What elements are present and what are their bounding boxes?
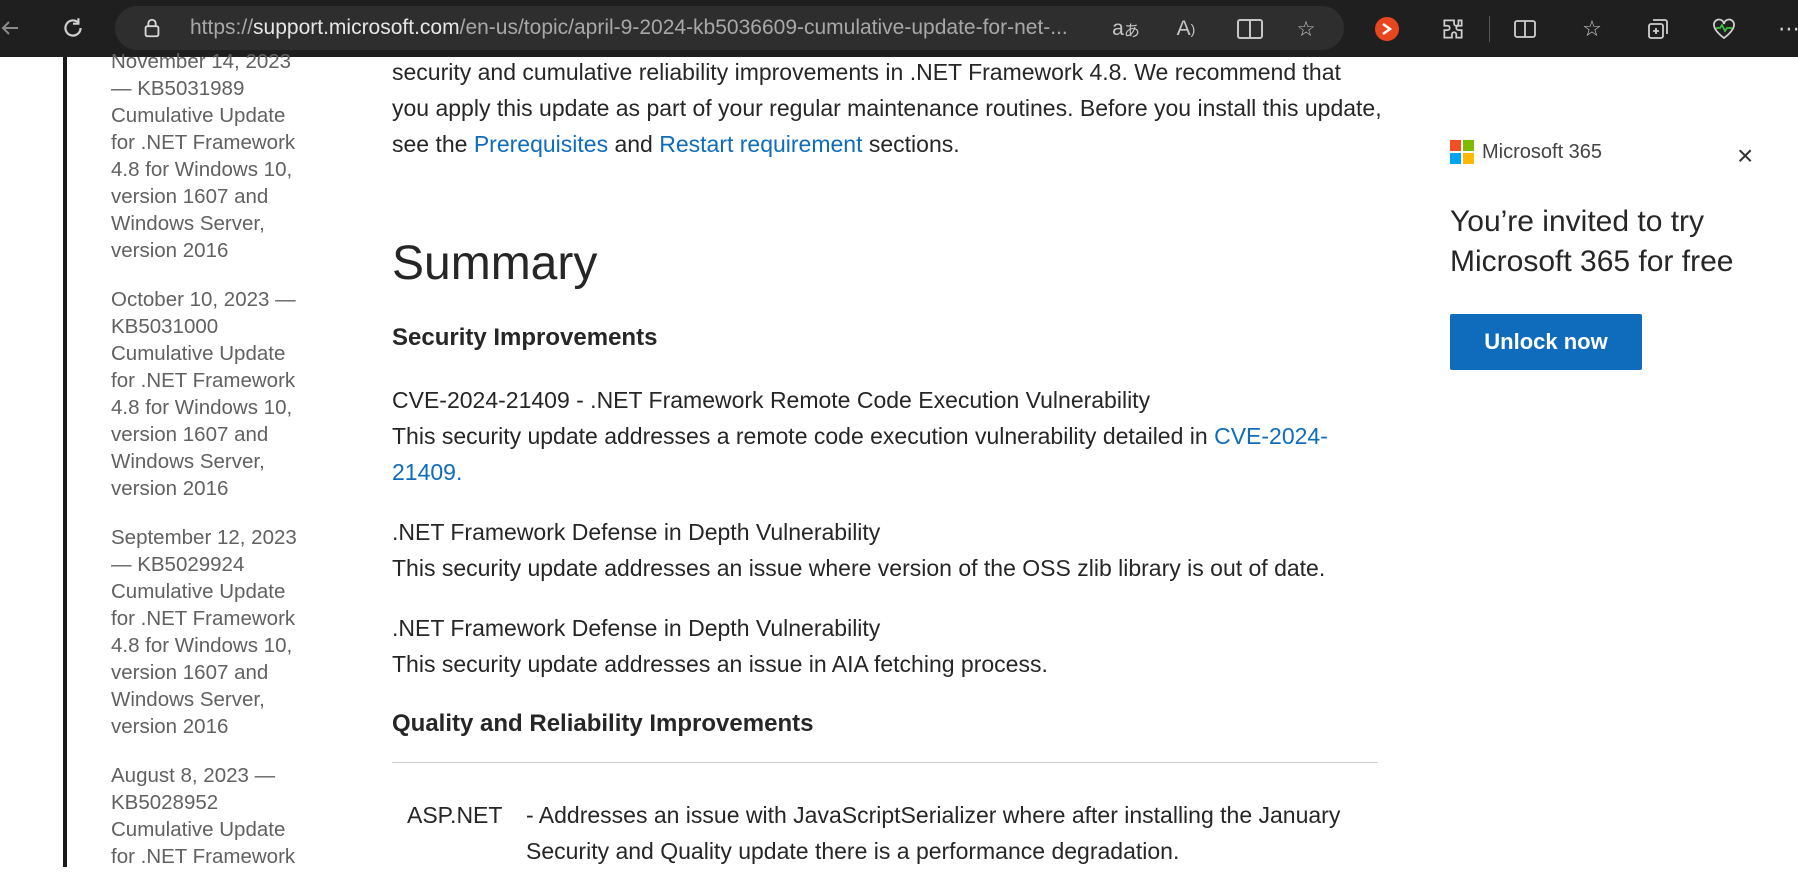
microsoft-365-promo: Microsoft 365 × You’re invited to try Mi…	[1450, 140, 1770, 370]
brand-name: Microsoft 365	[1482, 140, 1603, 163]
table-divider	[392, 762, 1378, 763]
quality-reliability-heading: Quality and Reliability Improvements	[392, 710, 814, 737]
defense-item-1: .NET Framework Defense in Depth Vulnerab…	[392, 514, 1382, 586]
defense1-description: This security update addresses an issue …	[392, 555, 1326, 581]
url-host: support.microsoft.com	[253, 16, 460, 39]
url-text[interactable]: https://support.microsoft.com/en-us/topi…	[190, 6, 1210, 50]
cve-description: This security update addresses a remote …	[392, 418, 1382, 490]
nav-link-sep-2023[interactable]: September 12, 2023 — KB5029924 Cumulativ…	[111, 524, 311, 740]
read-aloud-icon[interactable]: A)	[1171, 14, 1201, 44]
table-cell-description: - Addresses an issue with JavaScriptSeri…	[526, 802, 1341, 864]
intro-paragraph: security and cumulative reliability impr…	[392, 54, 1382, 162]
collections-icon[interactable]	[1641, 12, 1675, 46]
immersive-reader-icon[interactable]	[1235, 14, 1265, 44]
defense1-title: .NET Framework Defense in Depth Vulnerab…	[392, 519, 881, 545]
intro-text: sections.	[862, 131, 960, 157]
security-improvements-heading: Security Improvements	[392, 324, 658, 351]
favorite-star-icon[interactable]: ☆	[1291, 14, 1321, 44]
refresh-icon[interactable]	[55, 10, 91, 46]
prerequisites-link[interactable]: Prerequisites	[474, 131, 608, 157]
intro-text: and	[608, 131, 660, 157]
nav-link-oct-2023[interactable]: October 10, 2023 — KB5031000 Cumulative …	[111, 286, 311, 502]
nav-link-aug-2023[interactable]: August 8, 2023 — KB5028952 Cumulative Up…	[111, 762, 311, 870]
table-cell-component: ASP.NET	[407, 802, 503, 828]
nav-link-nov-2023[interactable]: November 14, 2023 — KB5031989 Cumulative…	[111, 48, 311, 264]
lock-icon[interactable]	[141, 17, 163, 44]
back-arrow-icon[interactable]	[0, 10, 28, 46]
toolbar-divider	[1489, 16, 1490, 42]
cve-text: This security update addresses a remote …	[392, 423, 1215, 449]
favorites-icon[interactable]: ☆	[1575, 12, 1609, 46]
extension-badge-icon[interactable]	[1370, 12, 1404, 46]
url-prefix: https://	[190, 16, 254, 39]
promo-title: You’re invited to try Microsoft 365 for …	[1450, 205, 1734, 278]
address-bar[interactable]: https://support.microsoft.com/en-us/topi…	[115, 6, 1344, 50]
microsoft-logo-icon	[1450, 140, 1474, 164]
unlock-now-button[interactable]: Unlock now	[1450, 314, 1642, 370]
close-icon[interactable]: ×	[1737, 142, 1753, 170]
cve-item: CVE-2024-21409 - .NET Framework Remote C…	[392, 382, 1382, 490]
summary-heading: Summary	[392, 237, 598, 290]
translate-icon[interactable]: aあ	[1111, 14, 1141, 44]
url-path: /en-us/topic/april-9-2024-kb5036609-cumu…	[459, 16, 1068, 39]
defense2-description: This security update addresses an issue …	[392, 651, 1048, 677]
left-border	[63, 57, 67, 867]
split-screen-icon[interactable]	[1508, 12, 1542, 46]
article-body: security and cumulative reliability impr…	[392, 54, 1382, 864]
defense-item-2: .NET Framework Defense in Depth Vulnerab…	[392, 610, 1382, 682]
browser-essentials-icon[interactable]	[1707, 12, 1741, 46]
related-updates-nav: November 14, 2023 — KB5031989 Cumulative…	[111, 48, 311, 892]
defense2-title: .NET Framework Defense in Depth Vulnerab…	[392, 615, 881, 641]
restart-requirement-link[interactable]: Restart requirement	[659, 131, 862, 157]
extensions-puzzle-icon[interactable]	[1436, 12, 1470, 46]
cve-title: CVE-2024-21409 - .NET Framework Remote C…	[392, 387, 1151, 413]
more-options-icon[interactable]: ⋯	[1772, 12, 1798, 46]
microsoft-logo: Microsoft 365	[1450, 140, 1770, 164]
